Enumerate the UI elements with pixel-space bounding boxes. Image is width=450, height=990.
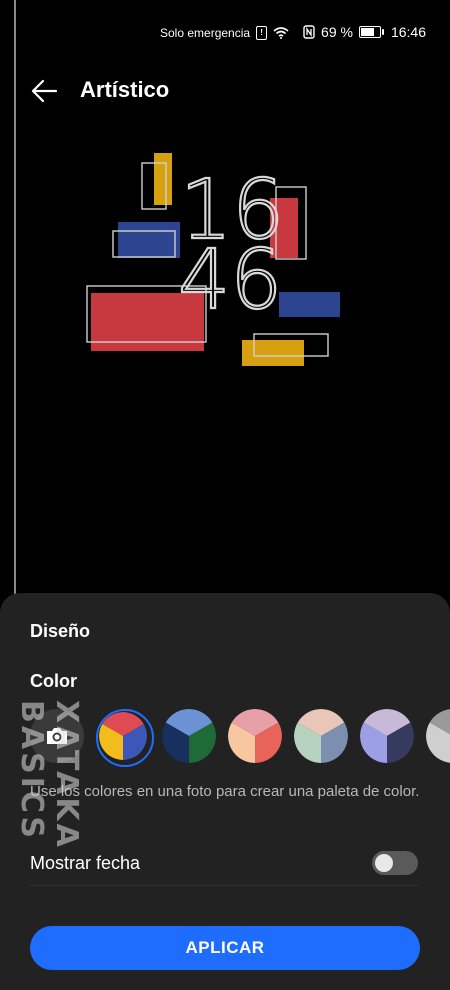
status-bar: Solo emergencia ! 69 % 16:46 bbox=[0, 0, 450, 66]
header: Artístico bbox=[0, 72, 450, 108]
clock-minute: 46 bbox=[178, 233, 282, 328]
color-palettes bbox=[30, 709, 450, 767]
blue-block-left bbox=[118, 222, 180, 258]
toggle-knob bbox=[375, 854, 393, 872]
color-label: Color bbox=[30, 671, 77, 691]
yellow-block-bottom bbox=[242, 340, 304, 366]
watermark-text: XATAKA BASICS bbox=[14, 700, 84, 850]
status-right: 69 % 16:46 bbox=[303, 24, 426, 40]
arrow-left-icon bbox=[31, 79, 58, 103]
apply-button[interactable]: APLICAR bbox=[30, 926, 420, 970]
status-left: Solo emergencia ! bbox=[160, 26, 289, 40]
design-label[interactable]: Diseño bbox=[30, 621, 90, 642]
color-palette-swatch[interactable] bbox=[228, 709, 282, 763]
carrier-text: Solo emergencia bbox=[160, 26, 251, 40]
blue-block-right bbox=[279, 292, 340, 317]
color-palette-swatch[interactable] bbox=[96, 709, 154, 767]
sim-alert-icon: ! bbox=[256, 26, 268, 40]
screen: Solo emergencia ! 69 % 16:46 Artístico 1… bbox=[0, 0, 450, 990]
color-palette-swatch[interactable] bbox=[360, 709, 414, 763]
wifi-icon bbox=[273, 27, 289, 39]
status-time: 16:46 bbox=[390, 24, 426, 40]
selected-ring bbox=[96, 709, 154, 767]
show-date-toggle[interactable] bbox=[372, 851, 418, 875]
battery-percent: 69 % bbox=[321, 24, 353, 40]
palette-hint: Use los colores en una foto para crear u… bbox=[30, 783, 420, 800]
artistic-clock-art: 16 46 bbox=[86, 153, 340, 366]
yellow-bar-top bbox=[154, 153, 172, 205]
back-button[interactable] bbox=[28, 74, 62, 108]
clock-preview: 16 46 bbox=[0, 140, 450, 380]
color-palette-swatch[interactable] bbox=[162, 709, 216, 763]
show-date-row[interactable]: Mostrar fecha bbox=[30, 845, 418, 886]
color-palette-swatch[interactable] bbox=[294, 709, 348, 763]
color-palette-swatch[interactable] bbox=[426, 709, 450, 763]
battery-icon bbox=[358, 26, 384, 38]
nfc-icon bbox=[303, 25, 315, 39]
page-title: Artístico bbox=[80, 77, 170, 102]
